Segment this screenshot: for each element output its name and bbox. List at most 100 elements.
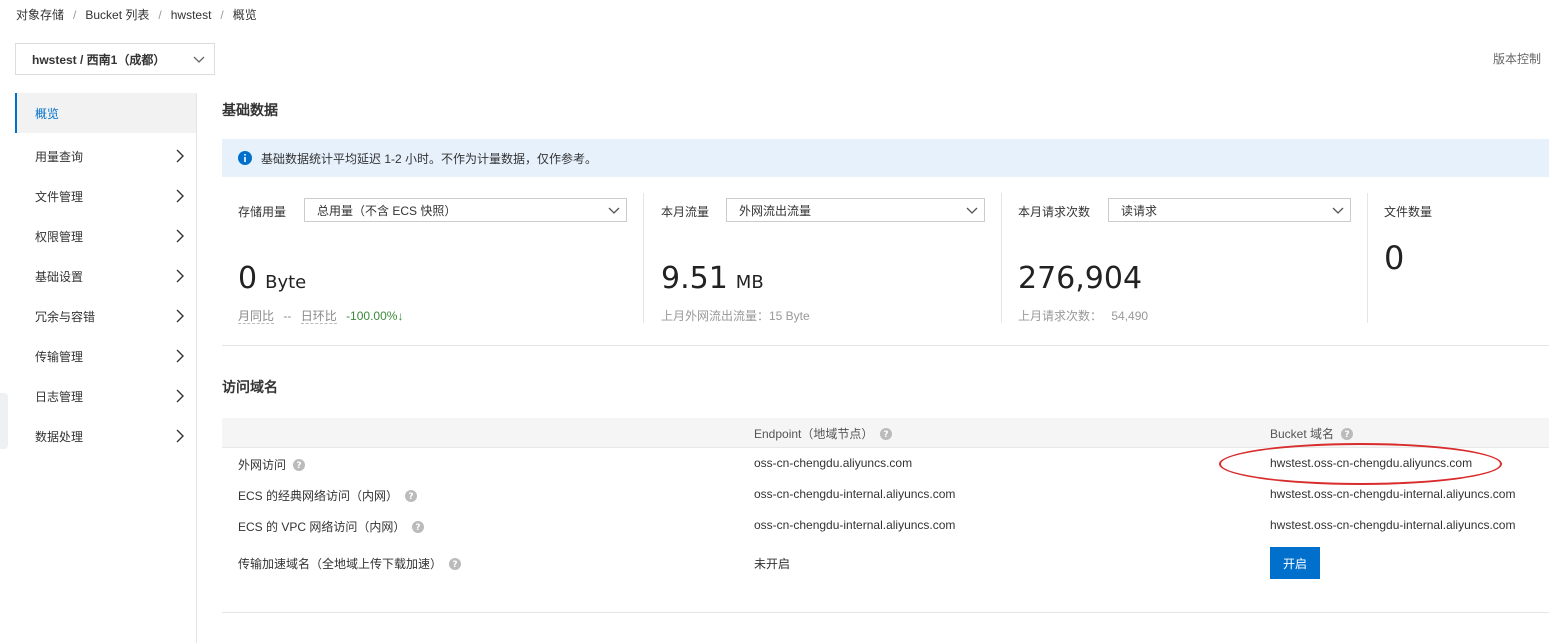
arrow-down-icon: ↓ — [397, 309, 404, 323]
sidebar-collapse-handle[interactable] — [0, 393, 8, 449]
bucket-selector-value: hwstest / 西南1（成都） — [32, 52, 166, 67]
column-header-endpoint-label: Endpoint（地域节点） — [754, 427, 874, 441]
last-month-traffic: 上月外网流出流量：15 Byte — [661, 309, 810, 323]
table-row: 传输加速域名（全地域上传下载加速） ? 未开启 开启 — [222, 541, 1549, 585]
help-icon[interactable]: ? — [293, 458, 306, 471]
notice-text: 基础数据统计平均延迟 1-2 小时。不作为计量数据，仅作参考。 — [261, 151, 598, 166]
help-icon[interactable]: ? — [405, 489, 418, 502]
last-month-requests-label: 上月请求次数： — [1018, 309, 1103, 323]
sidebar-item-permissions[interactable]: 权限管理 — [15, 216, 196, 256]
chevron-right-icon — [176, 309, 184, 323]
mom-label: 月同比 — [238, 309, 275, 324]
monthly-requests-value: 276,904 — [1018, 261, 1143, 296]
row-name-label: ECS 的经典网络访问（内网） — [238, 489, 399, 503]
row-endpoint: oss-cn-chengdu.aliyuncs.com — [754, 456, 913, 470]
sidebar-item-data-processing[interactable]: 数据处理 — [15, 416, 196, 456]
storage-usage-unit: Byte — [265, 272, 307, 293]
row-bucket-domain: hwstest.oss-cn-chengdu.aliyuncs.com — [1270, 456, 1473, 470]
breadcrumb-bucket[interactable]: hwstest — [171, 8, 212, 22]
monthly-requests-dropdown[interactable]: 读请求 — [1108, 198, 1351, 222]
monthly-traffic-number: 9.51 — [661, 261, 728, 296]
sidebar-item-files[interactable]: 文件管理 — [15, 176, 196, 216]
sidebar-item-overview[interactable]: 概览 — [15, 93, 196, 133]
row-name-label: 传输加速域名（全地域上传下载加速） — [238, 557, 443, 571]
breadcrumb-separator: / — [73, 8, 77, 22]
chevron-right-icon — [176, 389, 184, 403]
svg-text:?: ? — [416, 523, 421, 533]
svg-text:?: ? — [408, 492, 413, 502]
row-name-label: ECS 的 VPC 网络访问（内网） — [238, 520, 406, 534]
row-endpoint: oss-cn-chengdu-internal.aliyuncs.com — [754, 487, 956, 501]
help-icon[interactable]: ? — [1341, 427, 1354, 440]
monthly-traffic-dropdown-value: 外网流出流量 — [739, 203, 812, 218]
bucket-selector[interactable]: hwstest / 西南1（成都） — [15, 43, 215, 75]
file-count-label: 文件数量 — [1384, 205, 1433, 219]
column-header-bucket-domain: Bucket 域名 ? — [1270, 425, 1354, 442]
sidebar-item-label: 传输管理 — [35, 349, 84, 364]
chevron-right-icon — [176, 269, 184, 283]
storage-usage-dropdown[interactable]: 总用量（不含 ECS 快照） — [304, 198, 627, 222]
monthly-traffic-dropdown[interactable]: 外网流出流量 — [726, 198, 985, 222]
column-header-bucket-domain-label: Bucket 域名 — [1270, 427, 1335, 441]
monthly-traffic-unit: MB — [735, 272, 764, 293]
row-name: 传输加速域名（全地域上传下载加速） ? — [238, 555, 462, 572]
monthly-traffic-value: 9.51 MB — [661, 261, 764, 296]
notice-banner: 基础数据统计平均延迟 1-2 小时。不作为计量数据，仅作参考。 — [222, 139, 1549, 177]
storage-usage-value: 0 Byte — [238, 261, 306, 296]
table-row: ECS 的经典网络访问（内网） ? oss-cn-chengdu-interna… — [222, 479, 1549, 510]
accel-status: 未开启 — [754, 557, 791, 571]
mom-value: -- — [283, 309, 292, 323]
breadcrumb-separator: / — [220, 8, 224, 22]
sidebar-item-basic-settings[interactable]: 基础设置 — [15, 256, 196, 296]
column-header-endpoint: Endpoint（地域节点） ? — [754, 425, 893, 442]
storage-usage-number: 0 — [238, 261, 258, 296]
breadcrumb-bucket-list[interactable]: Bucket 列表 — [85, 8, 149, 22]
sidebar-item-label: 概览 — [35, 106, 60, 121]
storage-usage-comparison: 月同比 -- 日环比 -100.00%↓ — [238, 307, 403, 324]
stat-divider — [1001, 193, 1002, 323]
chevron-down-icon — [1332, 207, 1344, 214]
sidebar-item-usage[interactable]: 用量查询 — [15, 136, 196, 176]
chevron-down-icon — [193, 56, 205, 63]
help-icon[interactable]: ? — [412, 520, 425, 533]
file-count-panel: 文件数量 0 — [1384, 193, 1544, 323]
section-divider — [222, 345, 1549, 346]
monthly-traffic-label: 本月流量 — [661, 205, 710, 219]
svg-text:?: ? — [296, 461, 301, 471]
stat-divider — [1367, 193, 1368, 323]
sidebar-item-transfer[interactable]: 传输管理 — [15, 336, 196, 376]
chevron-right-icon — [176, 229, 184, 243]
row-bucket-domain: hwstest.oss-cn-chengdu-internal.aliyuncs… — [1270, 487, 1516, 501]
sidebar: 概览 用量查询 文件管理 权限管理 基础设置 冗余与容错 传输管理 日志管理 数… — [15, 93, 197, 643]
access-domains-title: 访问域名 — [222, 379, 278, 395]
sidebar-item-logs[interactable]: 日志管理 — [15, 376, 196, 416]
file-count-value: 0 — [1384, 239, 1405, 277]
sidebar-item-label: 基础设置 — [35, 269, 84, 284]
help-icon[interactable]: ? — [880, 427, 893, 440]
breadcrumb-separator: / — [158, 8, 162, 22]
chevron-right-icon — [176, 349, 184, 363]
version-control-link[interactable]: 版本控制 — [1493, 50, 1541, 67]
table-row: ECS 的 VPC 网络访问（内网） ? oss-cn-chengdu-inte… — [222, 510, 1549, 541]
dod-label: 日环比 — [300, 309, 337, 324]
table-row: 外网访问 ? oss-cn-chengdu.aliyuncs.com hwste… — [222, 448, 1549, 479]
last-month-requests: 上月请求次数： 54,490 — [1018, 307, 1148, 324]
enable-acceleration-button[interactable]: 开启 — [1270, 547, 1320, 579]
storage-usage-dropdown-value: 总用量（不含 ECS 快照） — [317, 203, 457, 218]
sidebar-item-label: 权限管理 — [35, 229, 84, 244]
monthly-requests-dropdown-value: 读请求 — [1121, 203, 1158, 218]
sidebar-item-label: 文件管理 — [35, 189, 84, 204]
sidebar-item-redundancy[interactable]: 冗余与容错 — [15, 296, 196, 336]
storage-usage-label: 存储用量 — [238, 205, 287, 219]
monthly-requests-label: 本月请求次数 — [1018, 205, 1091, 219]
svg-text:?: ? — [1344, 430, 1349, 440]
row-endpoint: oss-cn-chengdu-internal.aliyuncs.com — [754, 518, 956, 532]
sidebar-item-label: 数据处理 — [35, 429, 84, 444]
chevron-down-icon — [608, 207, 620, 214]
sidebar-item-label: 用量查询 — [35, 149, 84, 164]
help-icon[interactable]: ? — [449, 557, 462, 570]
row-name: 外网访问 ? — [238, 456, 306, 473]
breadcrumb-oss[interactable]: 对象存储 — [16, 8, 64, 22]
monthly-traffic-panel: 本月流量 外网流出流量 9.51 MB 上月外网流出流量：15 Byte — [661, 193, 986, 323]
svg-text:?: ? — [884, 430, 889, 440]
